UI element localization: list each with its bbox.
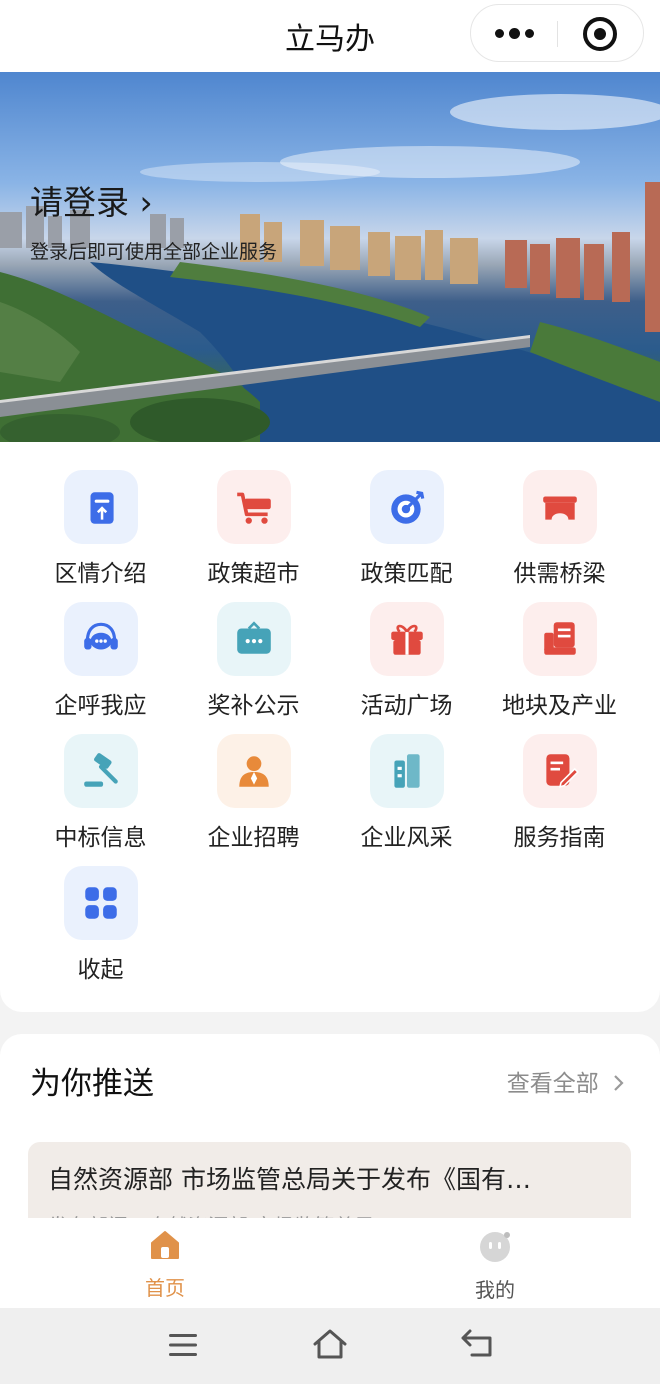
target-dart-icon <box>369 470 444 544</box>
hero-banner: 请登录 › 登录后即可使用全部企业服务 <box>0 72 660 442</box>
service-grid: 区情介绍 政策超市 政策匹配 供需桥梁企呼我应 奖补公示 活动广场 地块及产业中标信息企业招… <box>0 442 660 1012</box>
service-item[interactable]: 收起 <box>24 838 177 983</box>
service-item[interactable]: 活动广场 <box>330 574 483 719</box>
home-icon <box>151 1231 179 1259</box>
bulletin-board-icon <box>216 602 291 676</box>
bottom-tab-bar: 首页 我的 <box>0 1218 660 1308</box>
dot-icon <box>494 28 504 38</box>
view-all-link[interactable]: 查看全部 <box>507 1064 626 1098</box>
service-item[interactable]: 企业招聘 <box>177 706 330 851</box>
tab-mine[interactable]: 我的 <box>425 1228 565 1303</box>
profile-face-icon <box>480 1232 510 1262</box>
service-item[interactable]: 企业风采 <box>330 706 483 851</box>
shopping-cart-icon <box>216 470 291 544</box>
news-card[interactable]: 自然资源部 市场监管总局关于发布《国有… 发布部门：自然资源部 市场监管总局 <box>28 1142 631 1224</box>
gift-icon <box>369 602 444 676</box>
title-bar: 立马办 <box>0 0 660 72</box>
dot-icon <box>524 28 534 38</box>
chevron-right-icon <box>614 1075 624 1091</box>
service-label: 企业招聘 <box>207 825 300 851</box>
capsule-divider <box>557 21 558 47</box>
register-icon <box>522 602 597 676</box>
service-item[interactable]: 供需桥梁 <box>483 442 636 587</box>
document-upload-icon <box>63 470 138 544</box>
more-menu-button[interactable] <box>471 5 557 61</box>
home-outline-icon[interactable] <box>312 1328 348 1360</box>
service-item[interactable]: 服务指南 <box>483 706 636 851</box>
service-item[interactable]: 区情介绍 <box>24 442 177 587</box>
service-label: 企业风采 <box>360 825 453 851</box>
service-item[interactable]: 政策匹配 <box>330 442 483 587</box>
section-title: 为你推送 <box>30 1066 154 1102</box>
login-subtitle: 登录后即可使用全部企业服务 <box>30 241 278 263</box>
service-label: 服务指南 <box>513 825 606 851</box>
buildings-icon <box>369 734 444 808</box>
service-item[interactable]: 政策超市 <box>177 442 330 587</box>
close-target-icon[interactable] <box>583 17 617 51</box>
view-all-label: 查看全部 <box>506 1071 599 1097</box>
service-item[interactable]: 企呼我应 <box>24 574 177 719</box>
menu-lines-icon[interactable] <box>168 1332 198 1358</box>
edit-document-icon <box>522 734 597 808</box>
tab-mine-label: 我的 <box>475 1278 515 1302</box>
login-label: 请登录 <box>30 183 129 222</box>
tab-home-label: 首页 <box>145 1276 185 1300</box>
system-nav-bar <box>0 1308 660 1384</box>
grid-icon <box>63 866 138 940</box>
person-icon <box>216 734 291 808</box>
service-item[interactable]: 中标信息 <box>24 706 177 851</box>
chevron-right-icon: › <box>139 183 153 222</box>
dot-icon <box>508 27 520 39</box>
bridge-icon <box>522 470 597 544</box>
service-label: 收起 <box>77 957 124 983</box>
news-headline: 自然资源部 市场监管总局关于发布《国有… <box>48 1165 531 1194</box>
gavel-icon <box>63 734 138 808</box>
mini-program-capsule <box>470 4 644 62</box>
recommend-section: 为你推送 查看全部 自然资源部 市场监管总局关于发布《国有… 发布部门：自然资源… <box>0 1034 660 1224</box>
service-item[interactable]: 奖补公示 <box>177 574 330 719</box>
login-link[interactable]: 请登录 › <box>30 176 153 224</box>
headset-chat-icon <box>63 602 138 676</box>
back-arrow-icon[interactable] <box>460 1328 494 1358</box>
service-item[interactable]: 地块及产业 <box>483 574 636 719</box>
tab-home[interactable]: 首页 <box>95 1228 235 1301</box>
